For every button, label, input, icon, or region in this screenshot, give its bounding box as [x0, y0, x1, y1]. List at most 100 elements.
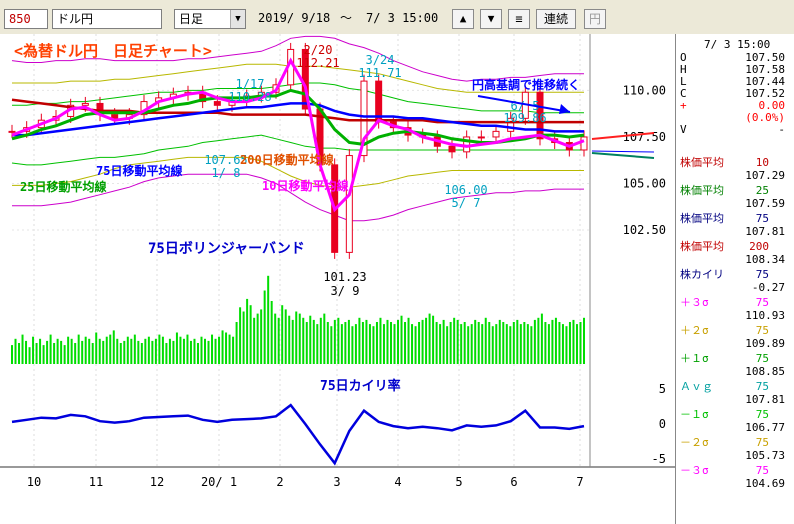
annotation-jan: 1/17: [236, 77, 265, 91]
code-field[interactable]: 850: [4, 9, 48, 29]
volume-bar: [179, 336, 182, 364]
volume-bar: [116, 338, 119, 364]
volume-bar: [91, 343, 94, 364]
volume-bar: [11, 345, 13, 364]
volume-bar: [347, 319, 350, 364]
indicator-period: 75: [755, 352, 769, 365]
volume-bar: [284, 309, 287, 364]
volume-bar: [189, 340, 192, 364]
volume-bar: [56, 338, 59, 364]
volume-bar: [256, 313, 259, 364]
indicator-period: 200: [749, 240, 769, 253]
indicator-period: 75: [755, 380, 769, 393]
indicator-value: 106.77: [745, 421, 785, 434]
volume-bar: [246, 298, 249, 364]
volume-bar: [456, 319, 459, 364]
annotation-trend: 円高基調で推移続く: [472, 77, 580, 92]
chart-title: <為替ドル円 日足チャート>: [14, 42, 212, 60]
volume-bar: [242, 311, 245, 364]
volume-bar: [154, 338, 157, 364]
volume-bar: [172, 340, 175, 364]
volume-bar: [488, 322, 491, 364]
volume-bar: [81, 340, 84, 364]
x-tick-label: 20/ 1: [201, 475, 237, 489]
volume-bar: [130, 338, 133, 364]
menu-button[interactable]: ≡: [508, 9, 530, 29]
volume-bar: [498, 319, 501, 364]
volume-bar: [561, 324, 564, 364]
volume-bar: [361, 322, 364, 364]
indicator-period: 75: [755, 436, 769, 449]
name-field[interactable]: ドル円: [52, 9, 162, 29]
volume-bar: [232, 336, 235, 364]
volume-bar: [379, 317, 382, 364]
x-tick-label: 11: [89, 475, 103, 489]
indicator-value: 105.73: [745, 449, 785, 462]
volume-bar: [481, 324, 484, 364]
volume-bar: [425, 317, 428, 364]
volume-bar: [302, 317, 305, 364]
y-tick-label: 102.50: [623, 223, 666, 237]
volume-bar: [484, 317, 487, 364]
x-tick-label: 4: [394, 475, 401, 489]
volume-bar: [463, 322, 466, 364]
volume-bar: [207, 340, 210, 364]
yen-button[interactable]: 円: [584, 9, 606, 29]
volume-bar: [32, 336, 35, 364]
candle-body: [111, 114, 119, 119]
volume-bar: [516, 319, 519, 364]
volume-bar: [140, 343, 143, 364]
volume-bar: [572, 319, 575, 364]
indicator-value: 107.81: [745, 225, 785, 238]
volume-bar: [109, 334, 112, 364]
deviation-tick-label: -5: [652, 452, 666, 466]
volume-bar: [368, 324, 371, 364]
volume-bar: [330, 326, 333, 364]
annotation-jan-low: 1/ 8: [212, 166, 241, 180]
chevron-down-icon[interactable]: ▼: [230, 10, 245, 28]
volume-bar: [186, 334, 189, 364]
data-panel: 7/ 3 15:00 O 107.50 H 107.58 L 107.44 C 107.52 +…: [675, 34, 794, 524]
volume-bar: [340, 324, 343, 364]
annotation-may: 5/ 7: [452, 196, 481, 210]
y-tick-label: 110.00: [623, 83, 666, 97]
volume-bar: [228, 334, 231, 364]
indicator-label: 株カイリ: [680, 268, 724, 281]
label-ma25: 25日移動平均線: [20, 179, 106, 194]
volume-bar: [161, 336, 164, 364]
volume-bar: [568, 322, 571, 364]
volume-bar: [375, 322, 378, 364]
volume-bar: [449, 322, 452, 364]
annotation-high: 112.21: [296, 56, 339, 70]
candle-body: [213, 101, 221, 106]
volume-bar: [151, 340, 154, 364]
date-to: 7/ 3 15:00: [366, 11, 439, 25]
volume-bar: [509, 326, 512, 364]
candle-body: [345, 155, 353, 253]
volume-bar: [337, 317, 340, 364]
volume-bar: [200, 336, 203, 364]
volume-bar: [491, 326, 494, 364]
volume-bar: [474, 319, 477, 364]
volume-bar: [144, 338, 147, 364]
deviation-tick-label: 5: [659, 382, 666, 396]
indicator-label: －１σ: [680, 408, 709, 421]
period-select[interactable]: 日足 ▼: [174, 9, 246, 29]
ohlc-key: V: [680, 123, 687, 136]
up-button[interactable]: ▲: [452, 9, 474, 29]
volume-bar: [540, 313, 543, 364]
volume-bar: [305, 322, 308, 364]
volume-bar: [119, 343, 122, 364]
volume-bar: [551, 319, 554, 364]
volume-bar: [579, 322, 582, 364]
indicator-value: 107.59: [745, 197, 785, 210]
volume-bar: [67, 336, 70, 364]
volume-bar: [547, 324, 550, 364]
indicator-period: 75: [755, 296, 769, 309]
down-button[interactable]: ▼: [480, 9, 502, 29]
volume-bar: [60, 340, 63, 364]
volume-bar: [53, 343, 56, 364]
volume-bar: [365, 319, 368, 364]
continuous-button[interactable]: 連続: [536, 9, 576, 29]
indicator-value: 110.93: [745, 309, 785, 322]
